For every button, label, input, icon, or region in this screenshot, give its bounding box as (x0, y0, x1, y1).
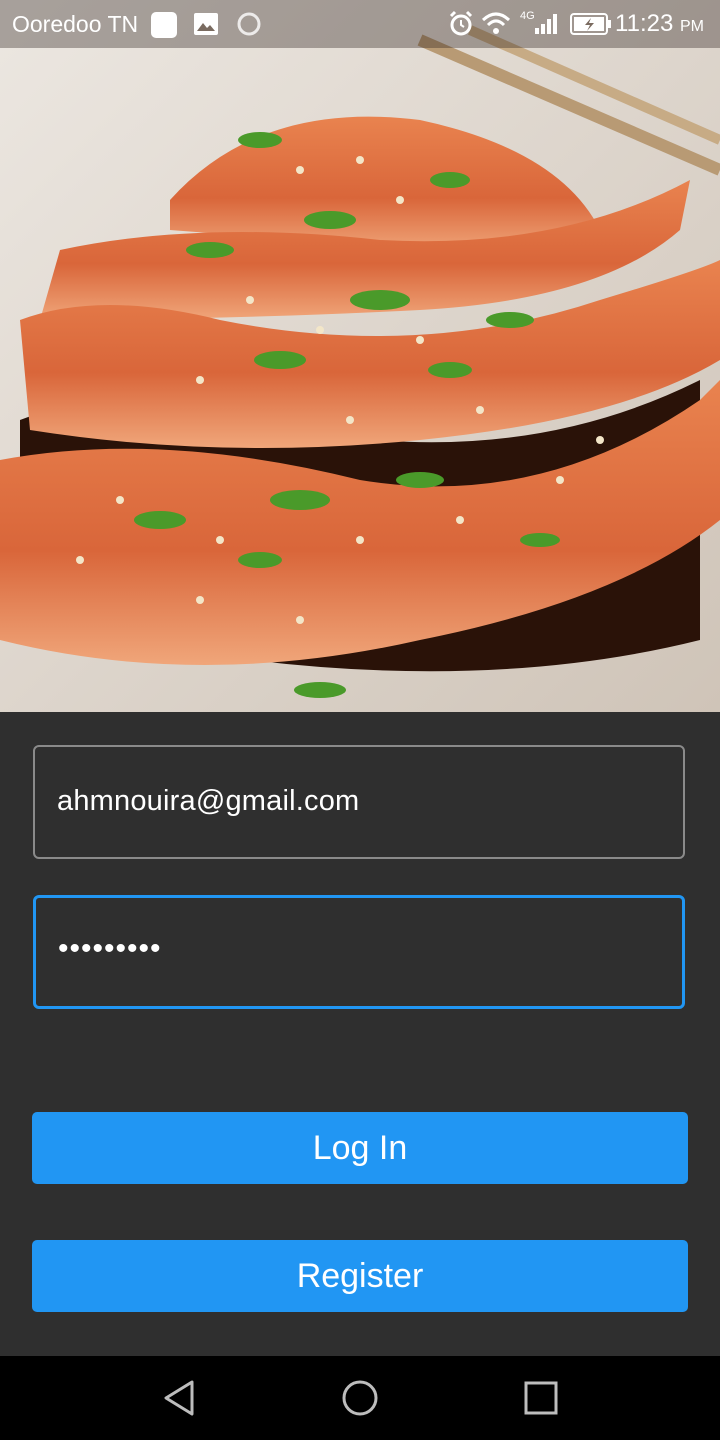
recents-icon[interactable] (521, 1378, 561, 1418)
password-field[interactable]: ••••••••• (33, 895, 685, 1009)
gallery-icon (193, 11, 219, 42)
clock-time: 11:23 (615, 10, 674, 37)
battery-charging-icon (570, 13, 612, 40)
hero-food-image (0, 0, 720, 712)
signal-icon (531, 12, 559, 41)
login-form: ahmnouira@gmail.com ••••••••• Log In Reg… (0, 712, 720, 1356)
navigation-bar (0, 1356, 720, 1440)
register-button[interactable]: Register (32, 1240, 688, 1312)
login-button[interactable]: Log In (32, 1112, 688, 1184)
status-bar: Ooredoo TN 4G 11:23 PM (0, 0, 720, 48)
clock: 11:23 PM (615, 10, 704, 38)
email-field[interactable]: ahmnouira@gmail.com (33, 745, 685, 859)
home-icon[interactable] (340, 1378, 380, 1418)
password-value: ••••••••• (58, 932, 162, 965)
clock-suffix: PM (680, 18, 704, 35)
email-value: ahmnouira@gmail.com (57, 785, 360, 817)
sync-icon (236, 11, 262, 42)
salmon-fillet-illustration (0, 0, 720, 712)
back-icon[interactable] (160, 1378, 200, 1418)
whatsapp-icon (150, 11, 178, 44)
carrier-name: Ooredoo TN (12, 11, 139, 37)
alarm-icon (448, 10, 474, 43)
wifi-icon (481, 10, 511, 43)
